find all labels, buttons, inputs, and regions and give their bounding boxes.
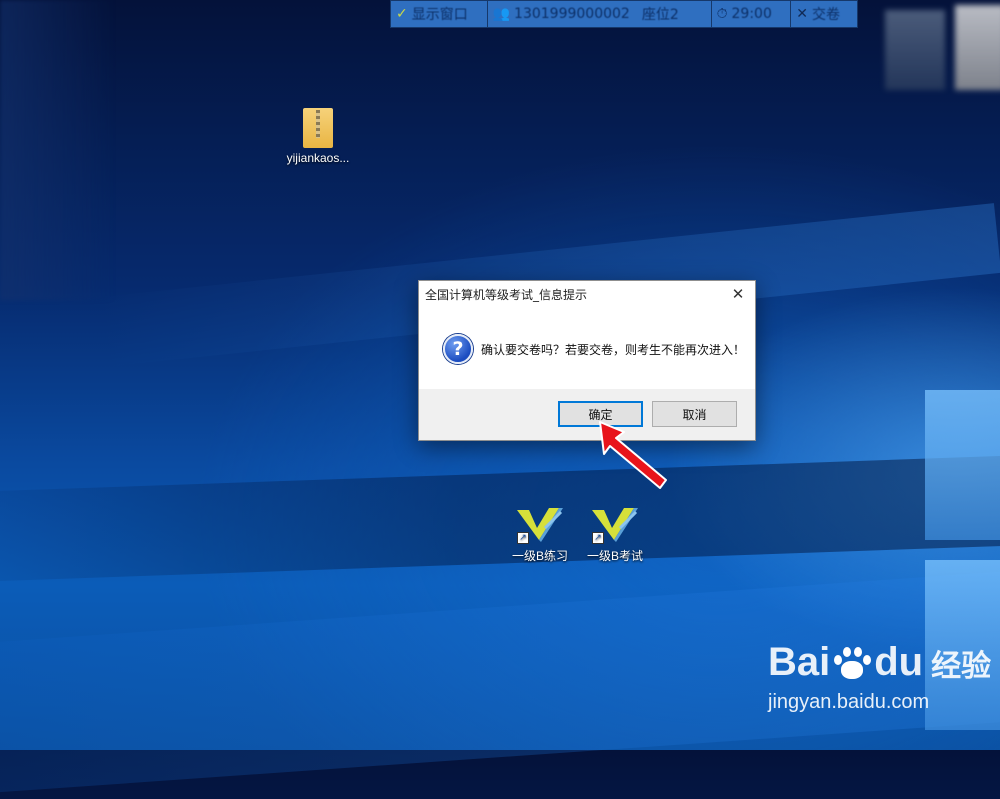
baidu-brand: Bai [768,640,831,684]
desktop-icon-label: 一级B练习 [511,549,568,563]
exam-toolbar: ✓ 显示窗口 👥 1301999000002 座位2 ⏱ 29:00 ✕ 交卷 [390,0,858,28]
annotation-arrow [594,418,674,502]
shortcut-arrow-icon: ↗ [517,532,529,544]
check-logo-icon: ✓ [396,6,408,22]
desktop-icon-label: 一级B考试 [586,549,643,563]
dialog-body: ? 确认要交卷吗？若要交卷，则考生不能再次进入！ [419,307,755,391]
dialog-button-bar: 确定 取消 [419,389,755,440]
exam-app-logo-icon: ↗ [590,506,640,544]
baidu-watermark: Bai du 经验 jingyan.baidu.com [768,640,991,714]
baidu-brand-suffix: du [874,640,924,684]
confirm-submit-dialog: 全国计算机等级考试_信息提示 ✕ ? 确认要交卷吗？若要交卷，则考生不能再次进入… [418,280,756,441]
desktop-icon-practice[interactable]: ↗ 一级B练习 [500,506,580,564]
blurred-desktop-thumbnail [955,5,1000,90]
timer: ⏱ 29:00 [712,1,792,27]
desktop-icon-exam[interactable]: ↗ 一级B考试 [575,506,655,564]
dialog-message: 确认要交卷吗？若要交卷，则考生不能再次进入！ [481,342,746,357]
desktop-icon-zip[interactable]: yijiankaos... [278,108,358,165]
baidu-url: jingyan.baidu.com [768,691,930,713]
submit-exam-label: 交卷 [812,7,840,23]
seat-label: 座位2 [641,7,679,23]
blurred-desktop-thumbnail [885,10,945,90]
desktop-icon-label: yijiankaos... [286,151,350,165]
close-icon[interactable]: ✕ [727,283,749,305]
paw-icon [832,645,872,681]
question-icon: ? [443,334,473,364]
wallpaper-window-pane [925,390,1000,540]
submit-exam-button[interactable]: ✕ 交卷 [791,1,857,27]
dialog-title: 全国计算机等级考试_信息提示 [425,287,588,302]
dialog-titlebar[interactable]: 全国计算机等级考试_信息提示 ✕ [419,281,755,307]
show-window-button[interactable]: ✓ 显示窗口 [391,1,488,27]
candidate-info: 👥 1301999000002 座位2 [488,1,712,27]
candidate-number: 1301999000002 [514,6,630,22]
exam-app-logo-icon: ↗ [515,506,565,544]
blurred-desktop-icons [0,0,115,300]
timer-value: 29:00 [731,6,772,22]
clock-icon: ⏱ [716,6,728,22]
zip-folder-icon [303,108,333,148]
close-x-icon: ✕ [796,6,808,22]
show-window-label: 显示窗口 [411,7,468,23]
baidu-logo: Bai du 经验 [768,640,991,685]
baidu-jingyan: 经验 [931,648,992,684]
people-icon: 👥 [492,6,511,22]
shortcut-arrow-icon: ↗ [592,532,604,544]
